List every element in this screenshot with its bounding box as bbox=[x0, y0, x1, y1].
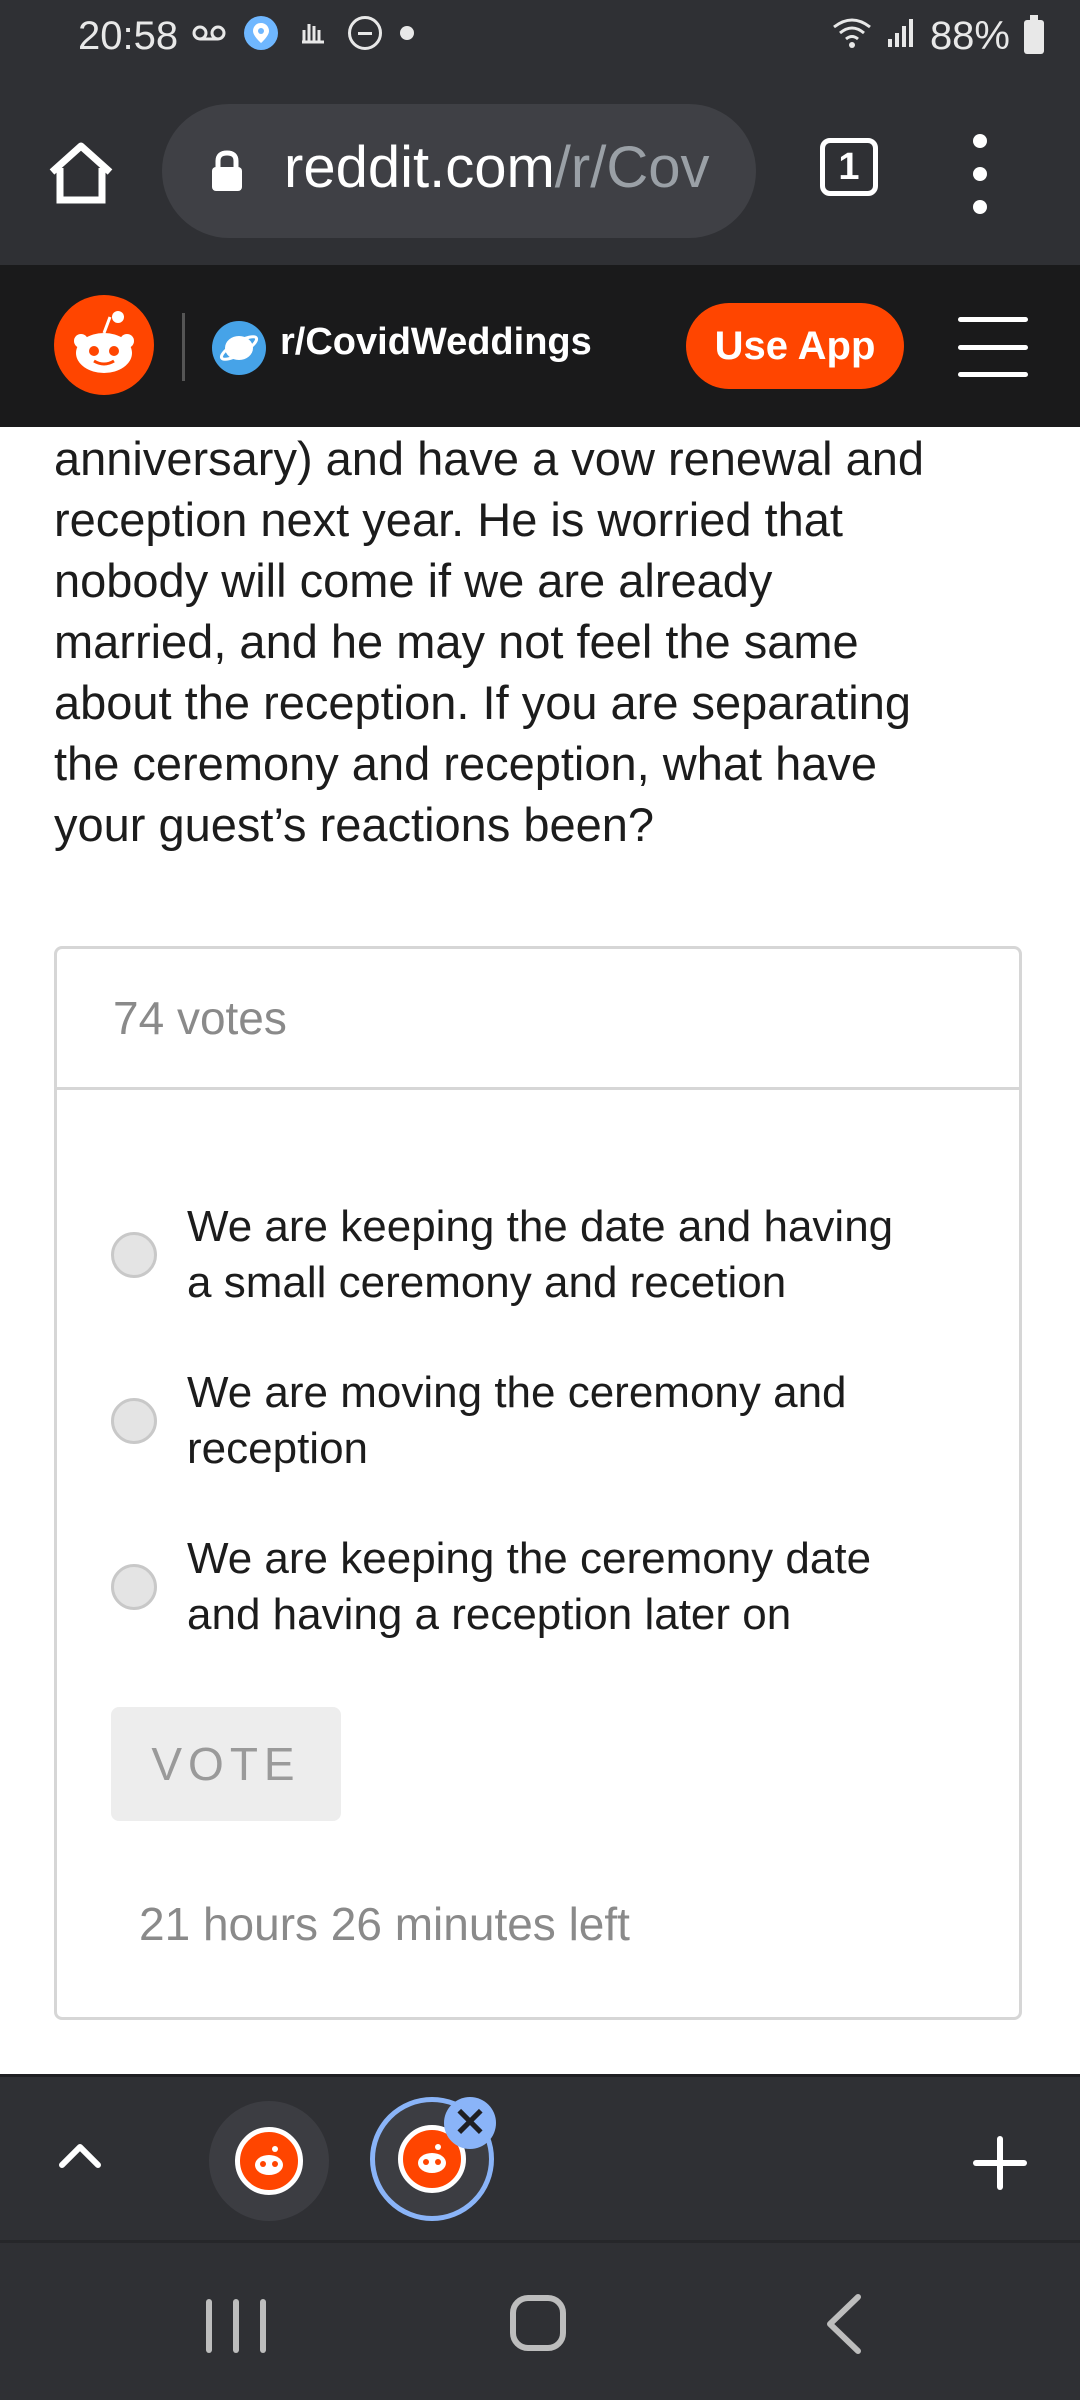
use-app-button[interactable]: Use App bbox=[686, 303, 904, 389]
poll-option-line: We are moving the ceremony and bbox=[187, 1368, 847, 1417]
wifi-icon bbox=[832, 14, 872, 59]
address-bar[interactable]: reddit.com/r/Cov bbox=[162, 104, 756, 238]
poll-option-line: and having a reception later on bbox=[187, 1590, 792, 1639]
battery-percent: 88% bbox=[929, 14, 1010, 58]
new-tab-plus-icon[interactable] bbox=[970, 2133, 1030, 2193]
poll-option-label: We are moving the ceremony and reception bbox=[187, 1365, 847, 1477]
reddit-logo-icon[interactable] bbox=[54, 295, 154, 395]
url-domain: reddit.com bbox=[284, 135, 555, 200]
home-nav-icon[interactable] bbox=[510, 2295, 566, 2351]
post-body-line: married, and he may not feel the same bbox=[54, 615, 859, 668]
poll-time-left: 21 hours 26 minutes left bbox=[139, 1898, 630, 1950]
system-nav-bar bbox=[0, 2240, 1080, 2400]
poll-card: 74 votes We are keeping the date and hav… bbox=[54, 946, 1022, 2020]
post-body-line: the ceremony and reception, what have bbox=[54, 737, 878, 790]
battery-icon bbox=[1024, 14, 1044, 54]
post-body-line: reception next year. He is worried that bbox=[54, 493, 843, 546]
subreddit-name[interactable]: r/CovidWeddings bbox=[280, 321, 592, 364]
location-icon bbox=[244, 16, 278, 50]
url-path: /r/Cov bbox=[554, 135, 710, 200]
status-bar: 20:58 88% bbox=[0, 0, 1080, 78]
poll-option[interactable]: We are keeping the ceremony date and hav… bbox=[111, 1531, 971, 1643]
radio-button[interactable] bbox=[111, 1564, 157, 1610]
hamburger-menu-icon[interactable] bbox=[958, 317, 1028, 377]
dot-icon bbox=[400, 26, 414, 40]
poll-option-line: We are keeping the ceremony date bbox=[187, 1534, 872, 1583]
browser-toolbar: reddit.com/r/Cov 1 bbox=[0, 78, 1080, 265]
vote-button[interactable]: VOTE bbox=[111, 1707, 341, 1821]
reddit-tab-icon bbox=[235, 2127, 303, 2195]
tab-switcher-button[interactable]: 1 bbox=[820, 138, 878, 196]
poll-option[interactable]: We are moving the ceremony and reception bbox=[111, 1365, 971, 1477]
close-tab-icon[interactable]: ✕ bbox=[444, 2097, 496, 2149]
more-options-icon[interactable] bbox=[960, 134, 1000, 214]
voicemail-icon bbox=[192, 16, 226, 50]
poll-option[interactable]: We are keeping the date and having a sma… bbox=[111, 1199, 971, 1311]
poll-divider bbox=[57, 1087, 1019, 1090]
poll-option-label: We are keeping the ceremony date and hav… bbox=[187, 1531, 871, 1643]
tab-strip: ✕ bbox=[0, 2074, 1080, 2240]
status-time: 20:58 bbox=[78, 14, 179, 58]
post-body-line: anniversary) and have a vow renewal and bbox=[54, 432, 925, 485]
poll-option-line: reception bbox=[187, 1424, 369, 1473]
radio-button[interactable] bbox=[111, 1232, 157, 1278]
gesture-icon bbox=[296, 16, 330, 50]
recents-icon[interactable] bbox=[206, 2299, 266, 2353]
subreddit-icon bbox=[212, 321, 266, 375]
reddit-header: r/CovidWeddings Use App bbox=[0, 265, 1080, 427]
status-icons-left bbox=[192, 16, 414, 50]
header-divider bbox=[182, 313, 185, 381]
dnd-icon bbox=[348, 16, 382, 50]
chevron-up-icon[interactable] bbox=[58, 2135, 102, 2179]
home-button[interactable] bbox=[46, 138, 116, 208]
home-icon bbox=[49, 142, 113, 204]
lock-icon bbox=[210, 150, 244, 192]
tab-thumbnail[interactable] bbox=[209, 2101, 329, 2221]
signal-icon bbox=[886, 14, 916, 59]
post-body-line: nobody will come if we are already bbox=[54, 554, 773, 607]
post-body: anniversary) and have a vow renewal and … bbox=[54, 428, 1034, 855]
url-text: reddit.com/r/Cov bbox=[284, 134, 709, 201]
post-body-line: your guest’s reactions been? bbox=[54, 798, 655, 851]
poll-option-line: We are keeping the date and having bbox=[187, 1202, 894, 1251]
poll-option-line: a small ceremony and recetion bbox=[187, 1258, 787, 1307]
status-right: 88% bbox=[832, 14, 1044, 59]
post-body-line: about the reception. If you are separati… bbox=[54, 676, 912, 729]
back-icon[interactable] bbox=[818, 2293, 872, 2355]
poll-option-label: We are keeping the date and having a sma… bbox=[187, 1199, 893, 1311]
poll-vote-count: 74 votes bbox=[113, 992, 287, 1044]
radio-button[interactable] bbox=[111, 1398, 157, 1444]
